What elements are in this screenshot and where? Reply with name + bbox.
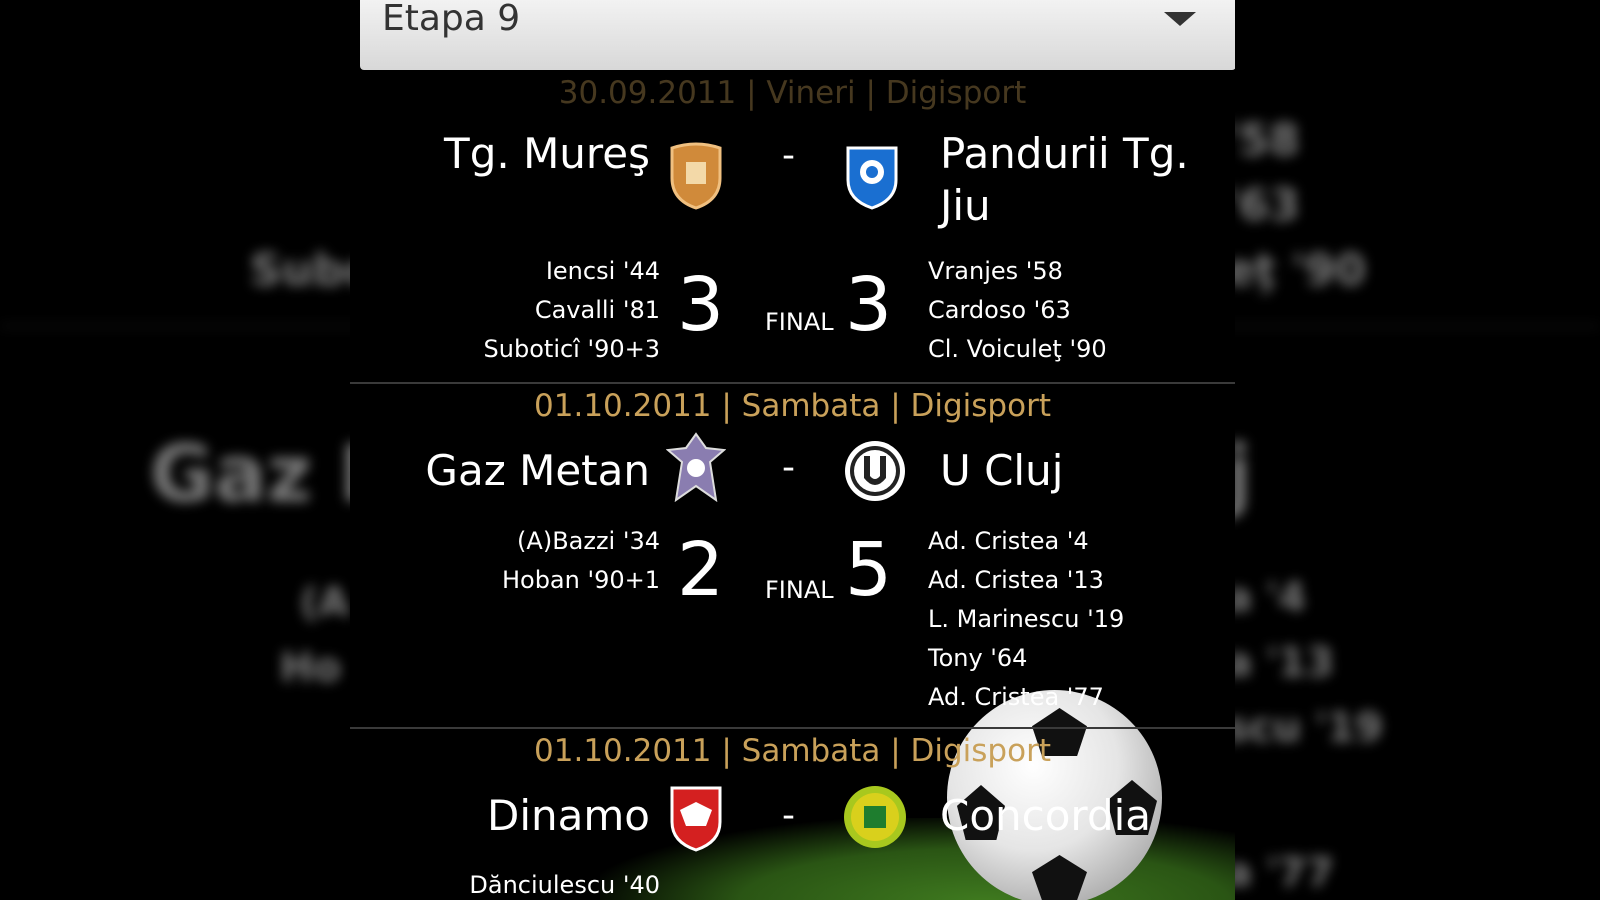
match-info: 01.10.2011 | Sambata | Digisport <box>534 733 1051 769</box>
scorer: Vranjes '58 <box>928 257 1063 285</box>
away-team-name: U Cluj <box>940 446 1064 495</box>
home-team-name: Tg. Mureş <box>444 129 650 178</box>
background-text: (A <box>300 580 350 626</box>
round-selector-value: Etapa 9 <box>382 0 521 39</box>
match-divider <box>350 382 1235 384</box>
home-scorers: (A)Bazzi '34 Hoban '90+1 <box>502 522 660 600</box>
scorer: Dănciulescu '40 <box>469 871 660 899</box>
away-scorers: Ad. Cristea '4 Ad. Cristea '13 L. Marine… <box>928 522 1124 717</box>
scorer: Cardoso '63 <box>928 296 1071 324</box>
dinamo-crest-icon <box>670 786 722 852</box>
match-divider <box>350 727 1235 729</box>
background-text: eţ '90 <box>1225 245 1366 296</box>
gaz-metan-crest-icon <box>666 432 726 502</box>
scorer: Ad. Cristea '4 <box>928 527 1089 555</box>
mures-crest-icon <box>670 142 722 210</box>
scorer: Suboticî '90+3 <box>483 335 660 363</box>
match-status: FINAL <box>765 308 834 336</box>
scorer: Ad. Cristea '13 <box>928 566 1104 594</box>
home-score: 2 <box>677 527 725 613</box>
pandurii-crest-icon <box>846 146 898 210</box>
background-text: Ho <box>280 645 341 691</box>
scorer: Tony '64 <box>928 644 1028 672</box>
away-team-name: Pandurii Tg. Jiu <box>940 129 1189 230</box>
vs-separator: - <box>782 447 795 488</box>
away-scorers: Vranjes '58 Cardoso '63 Cl. Voiculeţ '90 <box>928 252 1107 369</box>
vs-separator: - <box>782 135 795 176</box>
home-scorers: Iencsi '44 Cavalli '81 Suboticî '90+3 <box>484 252 660 369</box>
background-text: '58 <box>1225 115 1300 166</box>
background-text: a '13 <box>1225 640 1334 686</box>
away-score: 5 <box>845 527 893 613</box>
background-text: a '4 <box>1225 575 1306 621</box>
scorer: Cavalli '81 <box>534 296 660 324</box>
scorer: L. Marinescu '19 <box>928 605 1125 633</box>
background-text: a '77 <box>1225 850 1334 896</box>
home-team-name: Gaz Metan <box>425 446 650 495</box>
round-selector-dropdown[interactable]: Etapa 9 <box>360 0 1235 70</box>
dropdown-arrow-icon[interactable] <box>1164 12 1196 26</box>
match-info: 01.10.2011 | Sambata | Digisport <box>534 388 1051 424</box>
scorer: Ad. Cristea '77 <box>928 683 1104 711</box>
scorer: Hoban '90+1 <box>501 566 660 594</box>
vs-separator: - <box>782 795 795 836</box>
home-team-name: Dinamo <box>487 791 650 840</box>
scorer: (A)Bazzi '34 <box>517 527 660 555</box>
scorer: Iencsi '44 <box>545 257 660 285</box>
match-info: 30.09.2011 | Vineri | Digisport <box>558 75 1027 111</box>
scorer: Cl. Voiculeţ '90 <box>928 335 1107 363</box>
app-screen: 30.09.2011 | Vineri | Digisport Tg. Mure… <box>350 0 1235 900</box>
away-team-name: Concordia <box>940 791 1152 840</box>
home-score: 3 <box>677 262 725 348</box>
concordia-crest-icon <box>844 786 906 848</box>
u-cluj-crest-icon <box>845 441 905 501</box>
match-status: FINAL <box>765 576 834 604</box>
background-text: scu '19 <box>1225 705 1383 751</box>
home-scorers: Dănciulescu '40 <box>469 866 660 900</box>
background-text: '63 <box>1225 180 1300 231</box>
away-score: 3 <box>845 262 893 348</box>
